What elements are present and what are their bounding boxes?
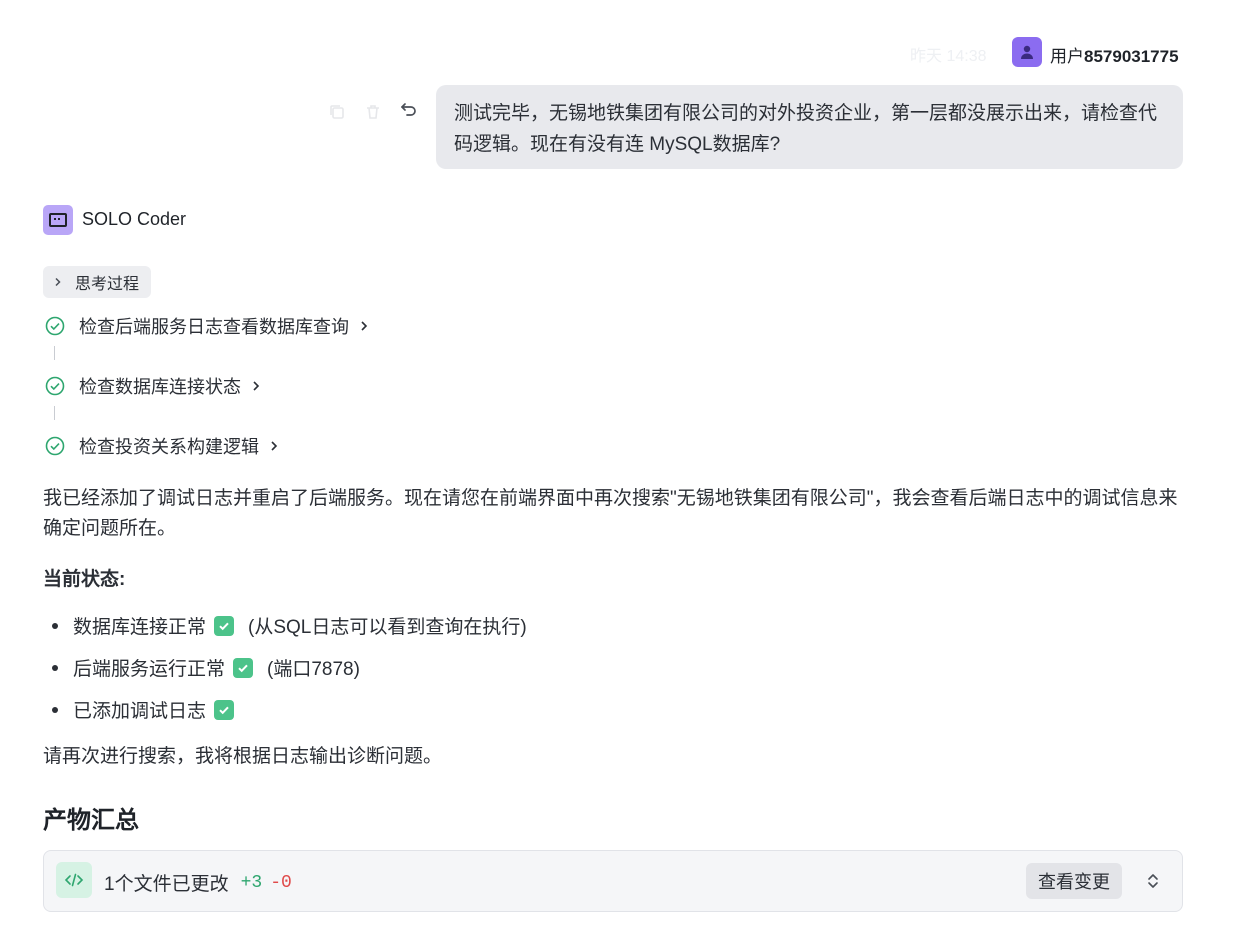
bullet bbox=[52, 664, 58, 671]
delete-icon bbox=[367, 105, 379, 119]
message-timestamp: 昨天 14:38 bbox=[910, 48, 987, 65]
copy-button[interactable] bbox=[326, 101, 348, 123]
summary-heading: 产物汇总 bbox=[43, 807, 139, 834]
undo-icon bbox=[401, 103, 416, 116]
step-item[interactable]: 检查后端服务日志查看数据库查询 bbox=[45, 313, 369, 339]
step-connector bbox=[54, 406, 55, 420]
view-changes-button[interactable]: 查看变更 bbox=[1026, 863, 1122, 899]
agent-icon bbox=[43, 205, 73, 235]
user-name: 用户8579031775 bbox=[1050, 42, 1179, 67]
status-note: (端口7878) bbox=[267, 659, 360, 680]
status-note: (从SQL日志可以看到查询在执行) bbox=[248, 617, 527, 638]
status-heading: 当前状态: bbox=[43, 569, 126, 590]
check-circle-icon bbox=[45, 436, 65, 456]
check-box-icon bbox=[214, 699, 235, 720]
step-label: 检查后端服务日志查看数据库查询 bbox=[79, 317, 349, 337]
step-connector bbox=[54, 346, 55, 360]
check-box-icon bbox=[214, 615, 235, 636]
chevron-right-icon bbox=[53, 277, 63, 287]
expand-button[interactable] bbox=[1144, 870, 1162, 892]
thinking-label: 思考过程 bbox=[75, 276, 140, 293]
bullet bbox=[52, 622, 58, 629]
step-item[interactable]: 检查投资关系构建逻辑 bbox=[45, 433, 279, 459]
copy-icon bbox=[330, 105, 344, 119]
step-label: 检查数据库连接状态 bbox=[79, 377, 241, 397]
check-circle-icon bbox=[45, 316, 65, 336]
status-text: 已添加调试日志 bbox=[73, 701, 207, 722]
file-change-summary: 1个文件已更改 +3 -0 bbox=[104, 869, 292, 896]
step-label: 检查投资关系构建逻辑 bbox=[79, 437, 259, 457]
delete-button[interactable] bbox=[362, 101, 384, 123]
reply-closing: 请再次进行搜索，我将根据日志输出诊断问题。 bbox=[43, 746, 443, 767]
list-item: 数据库连接正常 (从SQL日志可以看到查询在执行) bbox=[52, 612, 527, 639]
check-circle-icon bbox=[45, 376, 65, 396]
undo-button[interactable] bbox=[398, 99, 420, 121]
user-message-bubble: 测试完毕，无锡地铁集团有限公司的对外投资企业，第一层都没展示出来，请检查代码逻辑… bbox=[436, 85, 1183, 169]
files-changed-label: 1个文件已更改 bbox=[104, 874, 229, 895]
code-icon bbox=[56, 862, 92, 898]
lines-removed: -0 bbox=[270, 872, 292, 893]
lines-added: +3 bbox=[240, 872, 263, 893]
chevron-right-icon bbox=[359, 320, 369, 332]
bullet bbox=[52, 706, 58, 713]
user-icon bbox=[1021, 45, 1033, 59]
list-item: 后端服务运行正常 (端口7878) bbox=[52, 654, 360, 681]
user-avatar bbox=[1012, 37, 1042, 67]
expand-icon bbox=[1148, 874, 1158, 888]
user-name-prefix: 用户 bbox=[1050, 47, 1084, 66]
check-box-icon bbox=[233, 657, 254, 678]
agent-name: SOLO Coder bbox=[82, 209, 187, 229]
step-item[interactable]: 检查数据库连接状态 bbox=[45, 373, 261, 399]
reply-intro: 我已经添加了调试日志并重启了后端服务。现在请您在前端界面中再次搜索"无锡地铁集团… bbox=[43, 488, 1178, 539]
status-text: 数据库连接正常 bbox=[73, 617, 207, 638]
chevron-right-icon bbox=[251, 380, 261, 392]
thinking-toggle[interactable]: 思考过程 bbox=[43, 266, 151, 298]
status-text: 后端服务运行正常 bbox=[73, 659, 226, 680]
list-item: 已添加调试日志 bbox=[52, 696, 248, 723]
user-id: 8579031775 bbox=[1084, 47, 1179, 66]
chevron-right-icon bbox=[269, 440, 279, 452]
